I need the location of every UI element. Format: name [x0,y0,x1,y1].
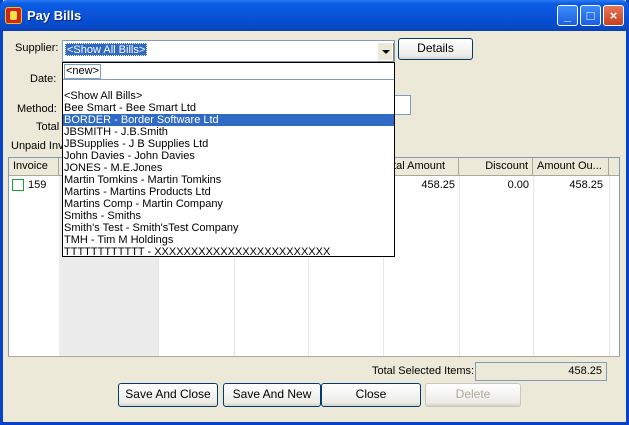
date-label: Date: [30,73,57,85]
dropdown-item[interactable]: JBSMITH - J.B.Smith [63,126,394,138]
total-selected-value: 458.25 [475,362,607,381]
method-field[interactable] [394,95,411,115]
minimize-button[interactable]: _ [557,5,578,26]
maximize-button[interactable]: □ [580,5,601,26]
grid-line [533,176,534,356]
save-and-new-button[interactable]: Save And New [223,383,321,407]
supplier-combo[interactable]: <Show All Bills> [62,40,395,62]
close-window-button[interactable]: × [603,5,624,26]
app-icon [5,7,22,24]
dropdown-item[interactable]: <Show All Bills> [63,90,394,102]
column-header-filler [609,158,619,176]
supplier-dropdown-list[interactable]: <new> <Show All Bills> Bee Smart - Bee S… [62,62,395,257]
unpaid-invoices-label: Unpaid Inv [11,140,64,152]
dropdown-item-selected[interactable]: BORDER - Border Software Ltd [63,114,394,126]
dropdown-item[interactable]: Smiths - Smiths [63,210,394,222]
row-select-checkbox[interactable] [12,179,24,191]
total-selected-label: Total Selected Items: [372,365,475,377]
total-label: Total [36,121,60,133]
window-title: Pay Bills [27,8,82,23]
supplier-selected-value: <Show All Bills> [65,43,148,56]
dropdown-item[interactable]: Bee Smart - Bee Smart Ltd [63,102,394,114]
dropdown-item[interactable]: Martin Tomkins - Martin Tomkins [63,174,394,186]
dropdown-new-item[interactable]: <new> [63,63,394,80]
details-button[interactable]: Details [398,38,473,60]
minimize-icon: _ [563,8,572,23]
supplier-label: Supplier: [15,42,59,54]
title-bar[interactable]: Pay Bills _ □ × [0,0,629,31]
cell-discount: 0.00 [507,179,529,191]
save-and-close-button[interactable]: Save And Close [118,383,218,407]
method-label: Method: [17,103,57,115]
grid-line [609,176,610,356]
column-header-amount-outstanding[interactable]: Amount Ou... [533,158,609,176]
maximize-icon: □ [586,8,595,23]
dropdown-item[interactable]: TTTTTTTTTTTT - XXXXXXXXXXXXXXXXXXXXXXXX [63,246,394,256]
dropdown-item[interactable]: John Davies - John Davies [63,150,394,162]
footer-divider [8,356,620,357]
close-button[interactable]: Close [321,383,421,407]
cell-invoice: 159 [28,179,47,191]
dropdown-item[interactable]: Smith's Test - Smith'sTest Company [63,222,394,234]
dropdown-item[interactable]: Martins Comp - Martin Company [63,198,394,210]
close-icon: × [609,8,618,23]
grid-line [459,176,460,356]
dropdown-item[interactable]: Martins - Martins Products Ltd [63,186,394,198]
cell-amount-outstanding: 458.25 [569,179,603,191]
column-header-invoice[interactable]: Invoice [9,158,59,176]
dropdown-item[interactable]: JONES - M.E.Jones [63,162,394,174]
column-header-discount[interactable]: Discount [459,158,533,176]
chevron-down-icon[interactable] [377,42,393,61]
dropdown-item[interactable]: JBSupplies - J B Supplies Ltd [63,138,394,150]
dropdown-item[interactable]: TMH - Tim M Holdings [63,234,394,246]
delete-button[interactable]: Delete [425,383,521,407]
